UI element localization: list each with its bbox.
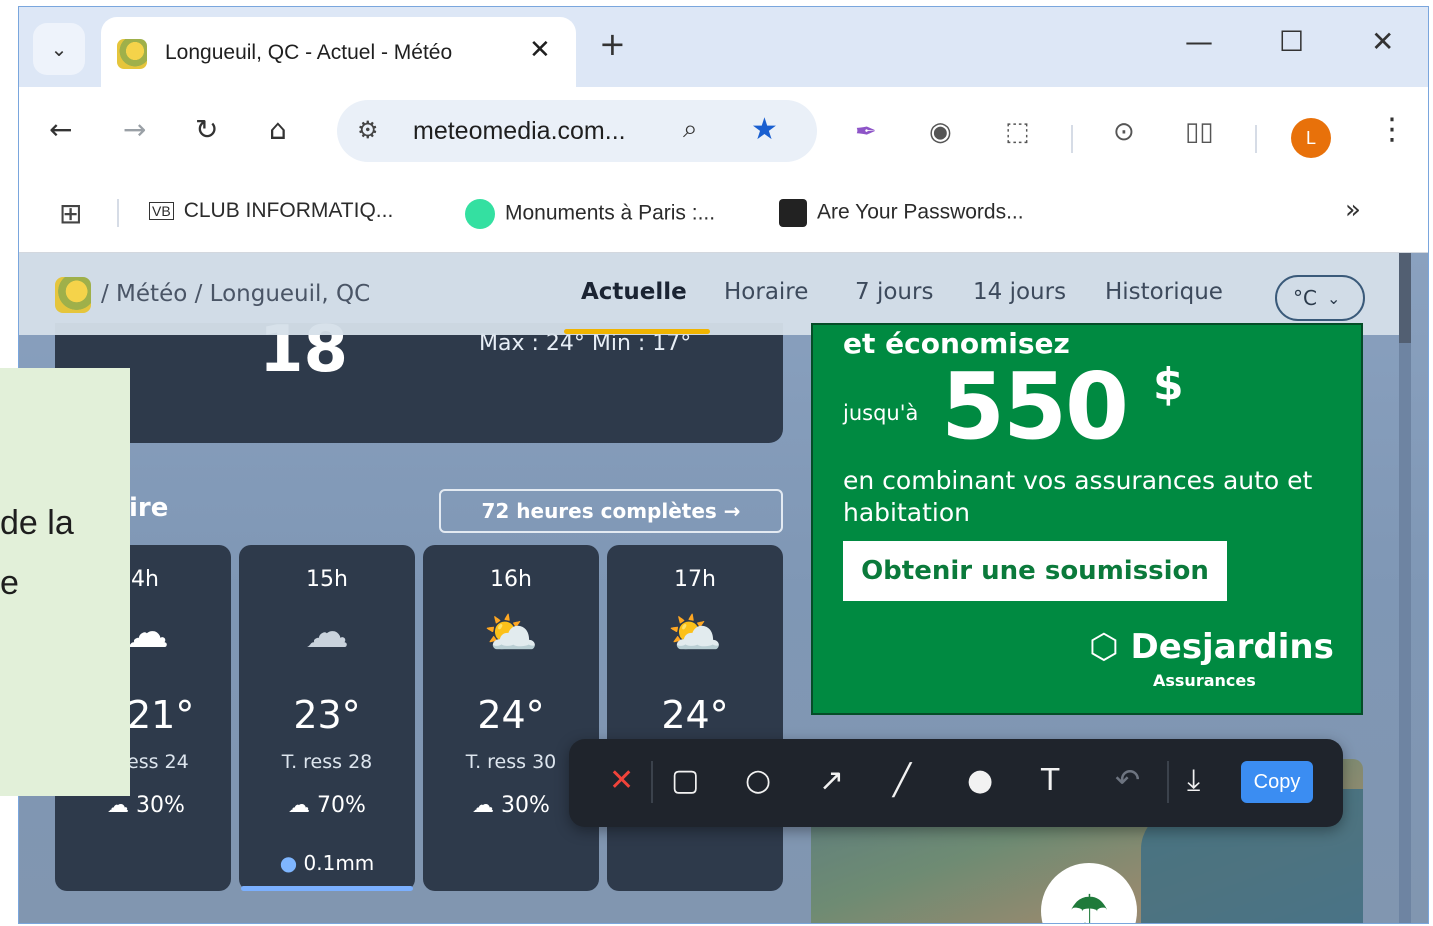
maximize-button[interactable]: ☐ xyxy=(1279,25,1304,58)
site-logo-icon[interactable] xyxy=(55,277,91,313)
overlay-note: de la e xyxy=(0,368,130,796)
full-72h-button[interactable]: 72 heures complètes → xyxy=(439,489,783,533)
vbdl-logo-icon: VB xyxy=(149,202,174,221)
profile-avatar[interactable]: L xyxy=(1291,118,1331,158)
cloud-rain-icon: ☁ xyxy=(107,793,136,818)
highlighter-drop-icon[interactable]: ● xyxy=(967,763,993,798)
bookmark-passwords[interactable]: Are Your Passwords... xyxy=(779,199,1024,227)
hourly-card[interactable]: 15h ☁ 23° T. ress 28 ☁ 70% ● 0.1mm xyxy=(239,545,415,891)
menu-kebab-icon[interactable]: ⋮ xyxy=(1377,112,1407,147)
chevron-down-icon: ⌄ xyxy=(50,37,68,61)
apps-grid-icon[interactable]: ⊞ xyxy=(59,197,82,230)
snipping-toolbar: ✕ ▢ ○ ↗ ╱ ● T ↶ ⤓ Copy xyxy=(569,739,1343,827)
site-favicon-icon xyxy=(117,39,147,69)
pen-icon[interactable]: ╱ xyxy=(893,763,911,798)
extensions-puzzle-icon[interactable]: ⬚ xyxy=(1005,117,1030,147)
ad-amount: 550 xyxy=(941,353,1129,460)
unit-selector[interactable]: °C ⌄ xyxy=(1275,275,1365,321)
url-text: meteomedia.com... xyxy=(413,117,626,145)
bookmark-club-informatique[interactable]: VB CLUB INFORMATIQ... xyxy=(149,199,393,223)
reload-icon[interactable]: ↻ xyxy=(195,113,218,146)
zoom-icon[interactable]: ⌕ xyxy=(683,114,698,145)
ad-brand-sub: Assurances xyxy=(1153,671,1256,690)
ad-cta-button[interactable]: Obtenir une soumission xyxy=(843,541,1227,601)
selected-indicator xyxy=(241,886,413,891)
hourly-card[interactable]: 17h ⛅ 24° xyxy=(607,545,783,891)
tab-search-dropdown[interactable]: ⌄ xyxy=(33,23,85,75)
bookmark-star-icon[interactable]: ★ xyxy=(751,112,778,147)
feather-extension-icon[interactable]: ✒ xyxy=(855,117,877,147)
sun-cloud-icon: ⛅ xyxy=(667,608,723,659)
tab-strip: ⌄ Longueuil, QC - Actuel - Météo ✕ + — ☐… xyxy=(19,7,1428,87)
bookmark-monuments-paris[interactable]: Monuments à Paris :... xyxy=(465,199,715,229)
tab-7-jours[interactable]: 7 jours xyxy=(855,279,933,305)
active-tab-indicator xyxy=(564,329,710,334)
note-line-2: e xyxy=(0,564,19,602)
tab-actuelle[interactable]: Actuelle xyxy=(581,279,687,305)
close-icon[interactable]: ✕ xyxy=(609,763,634,798)
ad-currency: $ xyxy=(1153,359,1184,410)
copy-button[interactable]: Copy xyxy=(1241,761,1313,803)
undo-icon[interactable]: ↶ xyxy=(1115,763,1140,798)
reading-mode-icon[interactable]: ▯▯ xyxy=(1185,117,1214,147)
bookmark-site-icon xyxy=(779,199,807,227)
address-bar[interactable]: ⚙ meteomedia.com... ⌕ ★ xyxy=(337,100,817,162)
tab-14-jours[interactable]: 14 jours xyxy=(973,279,1066,305)
download-icon[interactable]: ⤓ xyxy=(1187,763,1200,798)
ad-upto: jusqu'à xyxy=(843,401,919,425)
site-info-icon[interactable]: ⚙ xyxy=(357,116,379,144)
minimize-button[interactable]: — xyxy=(1185,25,1213,58)
close-window-button[interactable]: ✕ xyxy=(1371,25,1394,58)
circle-icon[interactable]: ○ xyxy=(745,763,771,798)
unit-label: °C xyxy=(1293,286,1317,310)
web-page: 18 Max : 24° Min : 17° / Météo / Longueu… xyxy=(19,253,1428,923)
active-tab[interactable]: Longueuil, QC - Actuel - Météo ✕ xyxy=(101,17,576,87)
tab-historique[interactable]: Historique xyxy=(1105,279,1223,305)
bookmarks-bar: ⊞ VB CLUB INFORMATIQ... Monuments à Paris… xyxy=(19,177,1428,253)
home-icon[interactable]: ⌂ xyxy=(269,113,287,146)
ad-combo-text: en combinant vos assurances auto et habi… xyxy=(843,466,1313,527)
text-icon[interactable]: T xyxy=(1041,763,1059,798)
bookmarks-overflow-button[interactable]: » xyxy=(1345,195,1361,225)
forward-arrow-icon[interactable]: → xyxy=(123,113,146,146)
lens-extension-icon[interactable]: ◉ xyxy=(929,117,952,147)
note-line-1: de la xyxy=(0,504,74,542)
chevron-down-icon: ⌄ xyxy=(1326,288,1341,308)
page-scrollbar[interactable] xyxy=(1399,253,1411,923)
rain-cloud-icon: ☂ xyxy=(1041,863,1137,923)
tab-title: Longueuil, QC - Actuel - Météo xyxy=(165,41,453,64)
desjardins-logo: ⬡ Desjardins xyxy=(1089,627,1334,667)
screenshot-capture-icon[interactable]: ⊙ xyxy=(1113,117,1135,147)
tab-horaire[interactable]: Horaire xyxy=(724,279,808,305)
droplet-icon: ● xyxy=(279,851,304,875)
cloud-rain-icon: ☁ xyxy=(288,793,318,818)
browser-toolbar: ← → ↻ ⌂ ⚙ meteomedia.com... ⌕ ★ ✒ ◉ ⬚ ⊙ … xyxy=(19,87,1428,177)
cloud-rain-icon: ☁ xyxy=(472,793,502,818)
sun-cloud-icon: ⛅ xyxy=(483,608,539,659)
hexagon-icon: ⬡ xyxy=(1089,627,1131,667)
hourly-card[interactable]: 16h ⛅ 24° T. ress 30 ☁ 30% xyxy=(423,545,599,891)
arrow-icon[interactable]: ↗ xyxy=(819,763,844,798)
tripadvisor-icon xyxy=(465,199,495,229)
breadcrumb[interactable]: / Météo / Longueuil, QC xyxy=(101,281,370,307)
desjardins-ad[interactable]: et économisez jusqu'à 550 $ en combinant… xyxy=(811,323,1363,715)
scrollbar-thumb[interactable] xyxy=(1399,253,1411,343)
tab-close-icon[interactable]: ✕ xyxy=(529,35,551,65)
back-arrow-icon[interactable]: ← xyxy=(49,113,72,146)
rectangle-icon[interactable]: ▢ xyxy=(671,763,699,798)
section-title: ire xyxy=(129,493,169,523)
new-tab-button[interactable]: + xyxy=(599,25,626,63)
rain-cloud-icon: ☁ xyxy=(305,607,349,658)
browser-window: ⌄ Longueuil, QC - Actuel - Météo ✕ + — ☐… xyxy=(18,6,1429,924)
